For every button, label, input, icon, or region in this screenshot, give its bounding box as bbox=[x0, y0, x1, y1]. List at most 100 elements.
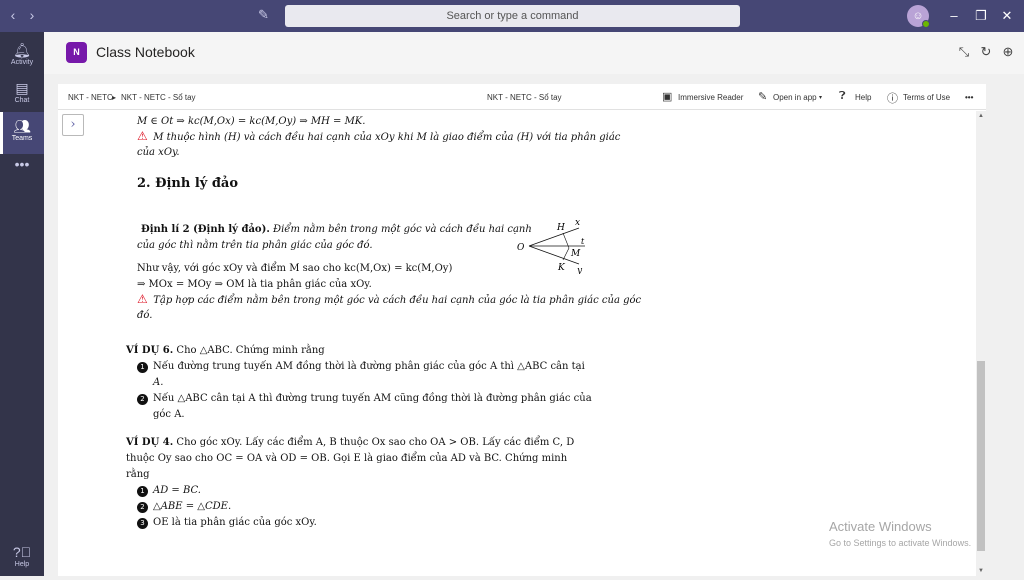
angle-bisector-figure: O H x t M K y bbox=[517, 218, 585, 274]
note-line: ⚠ Tập hợp các điểm nằm bên trong một góc… bbox=[137, 292, 642, 306]
activation-watermark-text: Go to Settings to activate Windows. bbox=[829, 538, 972, 548]
note-text: Tập hợp các điểm nằm bên trong một góc v… bbox=[153, 295, 642, 306]
scroll-up-icon[interactable]: ▲ bbox=[976, 111, 986, 121]
search-input[interactable]: Search or type a command bbox=[285, 5, 740, 27]
breadcrumb-section[interactable]: NKT - NETC - Sổ tay bbox=[121, 93, 196, 102]
list-item-text: AD = BC. bbox=[153, 485, 201, 496]
number-badge-icon: 2 bbox=[137, 502, 148, 513]
list-item: 2 △ABE = △CDE. bbox=[137, 501, 231, 513]
compose-icon[interactable]: ✎ bbox=[258, 7, 269, 23]
example-text: Cho △ABC. Chứng minh rằng bbox=[176, 345, 325, 356]
notebook-frame: NKT - NETC ▸ NKT - NETC - Sổ tay NKT - N… bbox=[58, 84, 986, 576]
rail-label: Teams bbox=[11, 135, 33, 142]
list-item-text: Nếu △ABC cân tại A thì đường trung tuyến… bbox=[153, 393, 592, 404]
figure-label-t: t bbox=[581, 237, 585, 246]
expand-navigation-button[interactable]: › bbox=[62, 114, 84, 136]
theorem-label: Định lí 2 (Định lý đảo). bbox=[141, 224, 270, 235]
example-text: Cho góc xOy. Lấy các điểm A, B thuộc Ox … bbox=[176, 437, 575, 448]
refresh-icon[interactable]: ↻ bbox=[978, 44, 994, 60]
notebook-page[interactable]: › M ∈ Ot ⇒ kc(M,Ox) = kc(M,Oy) ⇒ MH = MK… bbox=[58, 111, 976, 576]
activation-watermark-title: Activate Windows bbox=[829, 519, 932, 534]
onenote-logo-icon: N bbox=[66, 42, 87, 63]
collapse-icon[interactable]: ⤡ bbox=[956, 44, 972, 60]
notebook-title: NKT - NETC - Sổ tay bbox=[487, 93, 562, 102]
rail-item-teams[interactable]: 👥︎ Teams bbox=[0, 112, 44, 154]
note-line-continued: của xOy. bbox=[137, 147, 180, 158]
example-heading: VÍ DỤ 4. Cho góc xOy. Lấy các điểm A, B … bbox=[126, 437, 574, 448]
warning-icon: ⚠ bbox=[137, 129, 148, 143]
forward-arrow-icon[interactable]: › bbox=[24, 7, 40, 23]
help-button[interactable]: Help bbox=[855, 93, 871, 102]
notebook-toolbar: NKT - NETC ▸ NKT - NETC - Sổ tay NKT - N… bbox=[58, 84, 986, 110]
app-title: Class Notebook bbox=[96, 44, 195, 60]
list-item: 1 AD = BC. bbox=[137, 485, 201, 497]
figure-label-m: M bbox=[570, 249, 581, 259]
maximize-icon[interactable]: ❐ bbox=[973, 8, 989, 24]
chat-icon: ▤ bbox=[15, 80, 29, 96]
more-icon: ••• bbox=[14, 156, 30, 172]
note-line: ⚠ M thuộc hình (H) và cách đều hai cạnh … bbox=[137, 129, 620, 143]
scroll-down-icon[interactable]: ▼ bbox=[976, 566, 986, 576]
paragraph-line: ⇒ MOx = MOy ⇒ OM là tia phân giác của xO… bbox=[137, 279, 372, 290]
note-line-continued: đó. bbox=[137, 310, 153, 321]
minimize-icon[interactable]: – bbox=[946, 8, 962, 23]
figure-label-h: H bbox=[556, 223, 565, 233]
vertical-scrollbar[interactable]: ▲ ▼ bbox=[976, 111, 986, 576]
app-rail: 🔔︎ Activity ▤ Chat 👥︎ Teams ••• ?⃝ Help bbox=[0, 32, 44, 576]
example-label: VÍ DỤ 4. bbox=[126, 437, 174, 448]
list-item: 3 OE là tia phân giác của góc xOy. bbox=[137, 517, 317, 529]
title-bar: ‹ › ✎ Search or type a command ☺ – ❐ ✕ bbox=[0, 0, 1024, 32]
rail-label: Chat bbox=[14, 97, 30, 104]
warning-icon: ⚠ bbox=[137, 292, 148, 306]
figure-label-k: K bbox=[557, 263, 566, 273]
close-icon[interactable]: ✕ bbox=[999, 8, 1015, 24]
list-item-continued: góc A. bbox=[153, 409, 185, 420]
paragraph-line: Như vậy, với góc xOy và điểm M sao cho k… bbox=[137, 263, 453, 274]
presence-indicator bbox=[922, 20, 930, 28]
theorem-line: Định lí 2 (Định lý đảo). Điểm nằm bên tr… bbox=[141, 224, 532, 235]
rail-label: Help bbox=[14, 561, 30, 568]
number-badge-icon: 1 bbox=[137, 362, 148, 373]
list-item: 1 Nếu đường trung tuyến AM đồng thời là đ… bbox=[137, 361, 585, 373]
more-options-icon[interactable]: ••• bbox=[965, 93, 973, 102]
theorem-text: Điểm nằm bên trong một góc và cách đều h… bbox=[273, 224, 532, 235]
back-arrow-icon[interactable]: ‹ bbox=[5, 7, 21, 23]
breadcrumb-separator-icon: ▸ bbox=[112, 93, 117, 102]
example-text-line: thuộc Oy sao cho OC = OA và OD = OB. Gọi… bbox=[126, 453, 568, 464]
figure-label-x: x bbox=[575, 218, 580, 228]
number-badge-icon: 3 bbox=[137, 518, 148, 529]
list-item-text: OE là tia phân giác của góc xOy. bbox=[153, 517, 317, 528]
rail-item-help[interactable]: ?⃝ Help bbox=[0, 538, 44, 580]
pen-icon: ✎ bbox=[758, 91, 768, 103]
rail-label: Activity bbox=[10, 59, 34, 66]
list-item-text: △ABE = △CDE. bbox=[153, 501, 232, 512]
info-icon: ⓘ bbox=[887, 93, 898, 105]
number-badge-icon: 1 bbox=[137, 486, 148, 497]
rail-item-more[interactable]: ••• bbox=[0, 150, 44, 192]
open-in-app-button[interactable]: Open in app bbox=[773, 93, 817, 102]
breadcrumb-notebook[interactable]: NKT - NETC bbox=[68, 93, 113, 102]
example-text-line: rằng bbox=[126, 469, 150, 480]
teams-icon: 👥︎ bbox=[13, 118, 31, 134]
theorem-line-continued: của góc thì nằm trên tia phân giác của g… bbox=[137, 240, 373, 251]
number-badge-icon: 2 bbox=[137, 394, 148, 405]
list-item: 2 Nếu △ABC cân tại A thì đường trung tuyế… bbox=[137, 393, 592, 405]
rail-item-chat[interactable]: ▤ Chat bbox=[0, 74, 44, 116]
app-header: N Class Notebook ⤡ ↻ ⊕ bbox=[44, 32, 1024, 74]
terms-of-use-link[interactable]: Terms of Use bbox=[903, 93, 950, 102]
help-circle-icon: ❓︎ bbox=[839, 90, 846, 102]
bell-icon: 🔔︎ bbox=[13, 42, 31, 58]
globe-icon[interactable]: ⊕ bbox=[1000, 44, 1016, 60]
list-item-continued: A. bbox=[153, 377, 164, 388]
scrollbar-thumb[interactable] bbox=[977, 361, 985, 551]
section-heading: 2. Định lý đảo bbox=[137, 176, 239, 191]
immersive-reader-button[interactable]: Immersive Reader bbox=[678, 93, 743, 102]
list-item-text: Nếu đường trung tuyến AM đồng thời là đư… bbox=[153, 361, 585, 372]
figure-label-o: O bbox=[517, 243, 525, 253]
help-icon: ?⃝ bbox=[12, 544, 32, 560]
chevron-down-icon[interactable]: ▾ bbox=[819, 94, 822, 101]
rail-item-activity[interactable]: 🔔︎ Activity bbox=[0, 36, 44, 78]
example-heading: VÍ DỤ 6. Cho △ABC. Chứng minh rằng bbox=[126, 345, 325, 356]
proof-line: M ∈ Ot ⇒ kc(M,Ox) = kc(M,Oy) ⇒ MH = MK. bbox=[137, 116, 366, 127]
example-label: VÍ DỤ 6. bbox=[126, 345, 174, 356]
